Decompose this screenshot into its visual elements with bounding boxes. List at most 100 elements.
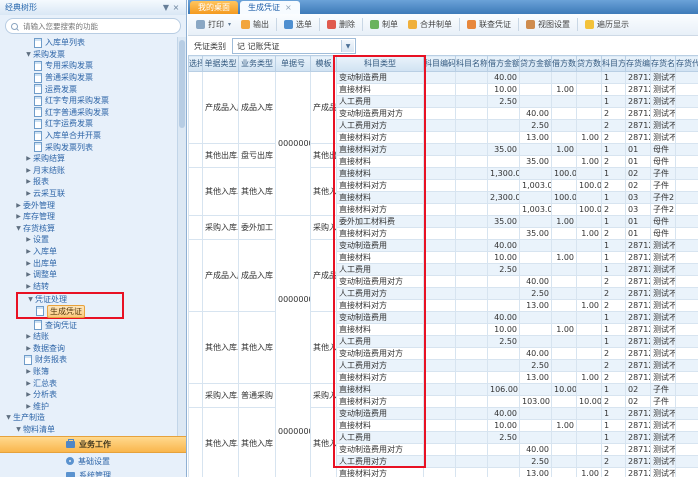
sidebar-item-node[interactable]: ▶结账: [0, 331, 177, 343]
sidebar-item-node[interactable]: ▶调整单: [0, 269, 177, 281]
toolbar-button-merge-voucher[interactable]: 合并制单: [403, 17, 457, 32]
inventory-alias-cell: [676, 276, 698, 288]
credit-qty-cell: [577, 120, 602, 132]
doc-type-cell: 其他出库单: [203, 144, 239, 168]
toolbar-button-printer[interactable]: 打印▾: [191, 17, 236, 32]
toolbar-button-export[interactable]: 输出: [236, 17, 274, 32]
inventory-alias-cell: [676, 420, 698, 432]
debit-amount-cell: [488, 348, 520, 360]
direction-cell: 2: [602, 456, 626, 468]
credit-qty-cell: [577, 384, 602, 396]
row-select-cell[interactable]: [189, 384, 203, 408]
chevron-down-icon[interactable]: ▼: [341, 40, 354, 52]
row-select-cell[interactable]: [189, 144, 203, 168]
tab-close-icon[interactable]: ×: [285, 3, 292, 12]
row-select-cell[interactable]: [189, 312, 203, 384]
debit-amount-cell: [488, 204, 520, 216]
debit-qty-cell: [552, 228, 577, 240]
toolbar-button-traverse[interactable]: 遍历显示: [580, 17, 634, 32]
toolbar-button-view-settings[interactable]: 视图设置: [521, 17, 575, 32]
credit-amount-cell: 35.00: [520, 228, 552, 240]
sidebar-item-node[interactable]: ▶汇总表: [0, 377, 177, 389]
sidebar-item-node[interactable]: ▼采购发票: [0, 49, 177, 61]
sidebar-item-node[interactable]: ▶采购结算: [0, 153, 177, 165]
sidebar-item-node[interactable]: ▶报表: [0, 176, 177, 188]
sidebar-item-node[interactable]: ▶账簿: [0, 366, 177, 378]
subject-type-cell: 变动制造费用对方: [337, 348, 424, 360]
bottom-nav-business-work[interactable]: 业务工作: [0, 436, 186, 453]
column-header-业务类型: 业务类型: [239, 56, 276, 72]
row-select-cell[interactable]: [189, 168, 203, 216]
sidebar-item-node[interactable]: 红字专用采购发票: [0, 95, 177, 107]
tab-my-desktop[interactable]: 我的桌面: [190, 1, 238, 14]
sidebar-item-node[interactable]: ▶维护: [0, 400, 177, 412]
sidebar-item-node[interactable]: 运费发票: [0, 83, 177, 95]
sidebar-item-node[interactable]: ▶月末结账: [0, 165, 177, 177]
search-input[interactable]: [21, 21, 175, 32]
printer-icon: [196, 20, 205, 29]
sidebar-item-node[interactable]: ▼物料清单: [0, 424, 177, 436]
toolbar-button-select-doc[interactable]: 选单: [279, 17, 317, 32]
row-select-cell[interactable]: [189, 240, 203, 312]
toolbar-button-make-voucher[interactable]: 制单: [365, 17, 403, 32]
sidebar-item-node[interactable]: 财务报表: [0, 354, 177, 366]
sidebar-item-node[interactable]: ▶委外管理: [0, 199, 177, 211]
subject-code-cell: [424, 312, 456, 324]
sidebar-item-node[interactable]: 红字普通采购发票: [0, 107, 177, 119]
sidebar-search: [5, 18, 181, 34]
scrollbar-thumb[interactable]: [179, 40, 185, 128]
toolbar-button-link-view[interactable]: 联查凭证: [462, 17, 516, 32]
direction-cell: 2: [602, 180, 626, 192]
direction-cell: 1: [602, 192, 626, 204]
sidebar-item-node[interactable]: ▶云采互联: [0, 188, 177, 200]
bottom-nav-item[interactable]: 系统管理: [0, 469, 186, 477]
sidebar-item-generate-voucher[interactable]: 生成凭证: [18, 306, 122, 318]
debit-amount-cell: [488, 228, 520, 240]
sidebar-item-node[interactable]: ▶入库单: [0, 246, 177, 258]
chevron-expanded-icon: ▼: [26, 296, 35, 303]
inventory-alias-cell: [676, 228, 698, 240]
chevron-down-icon[interactable]: ▾: [228, 21, 231, 28]
biz-type-cell: 其他入库: [239, 312, 276, 384]
table-row: 产成品入库单成品入库00000000产成品变动制造费用40.001287123测…: [189, 72, 698, 84]
subject-type-cell: 变动制造费用: [337, 408, 424, 420]
sidebar-item-node[interactable]: ▶分析表: [0, 389, 177, 401]
sidebar-item-node[interactable]: ▶结转: [0, 280, 177, 292]
row-select-cell[interactable]: [189, 216, 203, 240]
sidebar-item-node[interactable]: ▶数据查询: [0, 342, 177, 354]
sidebar-item-node[interactable]: ▼存货核算: [0, 223, 177, 235]
sidebar-item-node[interactable]: 采购发票列表: [0, 141, 177, 153]
debit-amount-cell: 40.00: [488, 312, 520, 324]
sidebar-item-node[interactable]: 查询凭证: [0, 319, 177, 331]
table-row: 其他入库单其他入库其他入变动制造费用40.001287123测试不...: [189, 408, 698, 420]
direction-cell: 1: [602, 420, 626, 432]
sidebar-item-node[interactable]: ▼凭证处理: [18, 294, 122, 306]
filter-row: 凭证类别 记 记账凭证 ▼: [188, 36, 698, 56]
document-icon: [36, 306, 44, 316]
credit-amount-cell: 13.00: [520, 300, 552, 312]
inventory-name-cell: 测试不...: [651, 120, 676, 132]
row-select-cell[interactable]: [189, 408, 203, 477]
sidebar-item-node[interactable]: 普通采购发票: [0, 72, 177, 84]
sidebar-scrollbar[interactable]: [177, 37, 186, 436]
sidebar-item-node[interactable]: 入库单列表: [0, 37, 177, 49]
sidebar-item-node[interactable]: ▶出库单: [0, 257, 177, 269]
pin-icon[interactable]: ▼: [161, 3, 171, 12]
debit-amount-cell: [488, 288, 520, 300]
sidebar-item-node[interactable]: 红字运费发票: [0, 118, 177, 130]
subject-code-cell: [424, 216, 456, 228]
sidebar-item-node[interactable]: ▶设置: [0, 234, 177, 246]
sidebar-item-node[interactable]: ▼生产制造: [0, 412, 177, 424]
sidebar-item-node[interactable]: ▶库存管理: [0, 211, 177, 223]
sidebar-item-node[interactable]: 专用采购发票: [0, 60, 177, 72]
tab-generate-voucher[interactable]: 生成凭证×: [240, 1, 300, 14]
subject-type-cell: 人工费用: [337, 336, 424, 348]
doc-type-cell: 产成品入库单: [203, 72, 239, 144]
sidebar-item-node[interactable]: 入库单合并开票: [0, 130, 177, 142]
inventory-name-cell: 测试不...: [651, 372, 676, 384]
row-select-cell[interactable]: [189, 72, 203, 144]
bottom-nav-item[interactable]: 基础设置: [0, 455, 186, 467]
close-icon[interactable]: ×: [171, 3, 181, 12]
voucher-category-select[interactable]: 记 记账凭证 ▼: [232, 38, 356, 54]
toolbar-button-delete[interactable]: 删除: [322, 17, 360, 32]
